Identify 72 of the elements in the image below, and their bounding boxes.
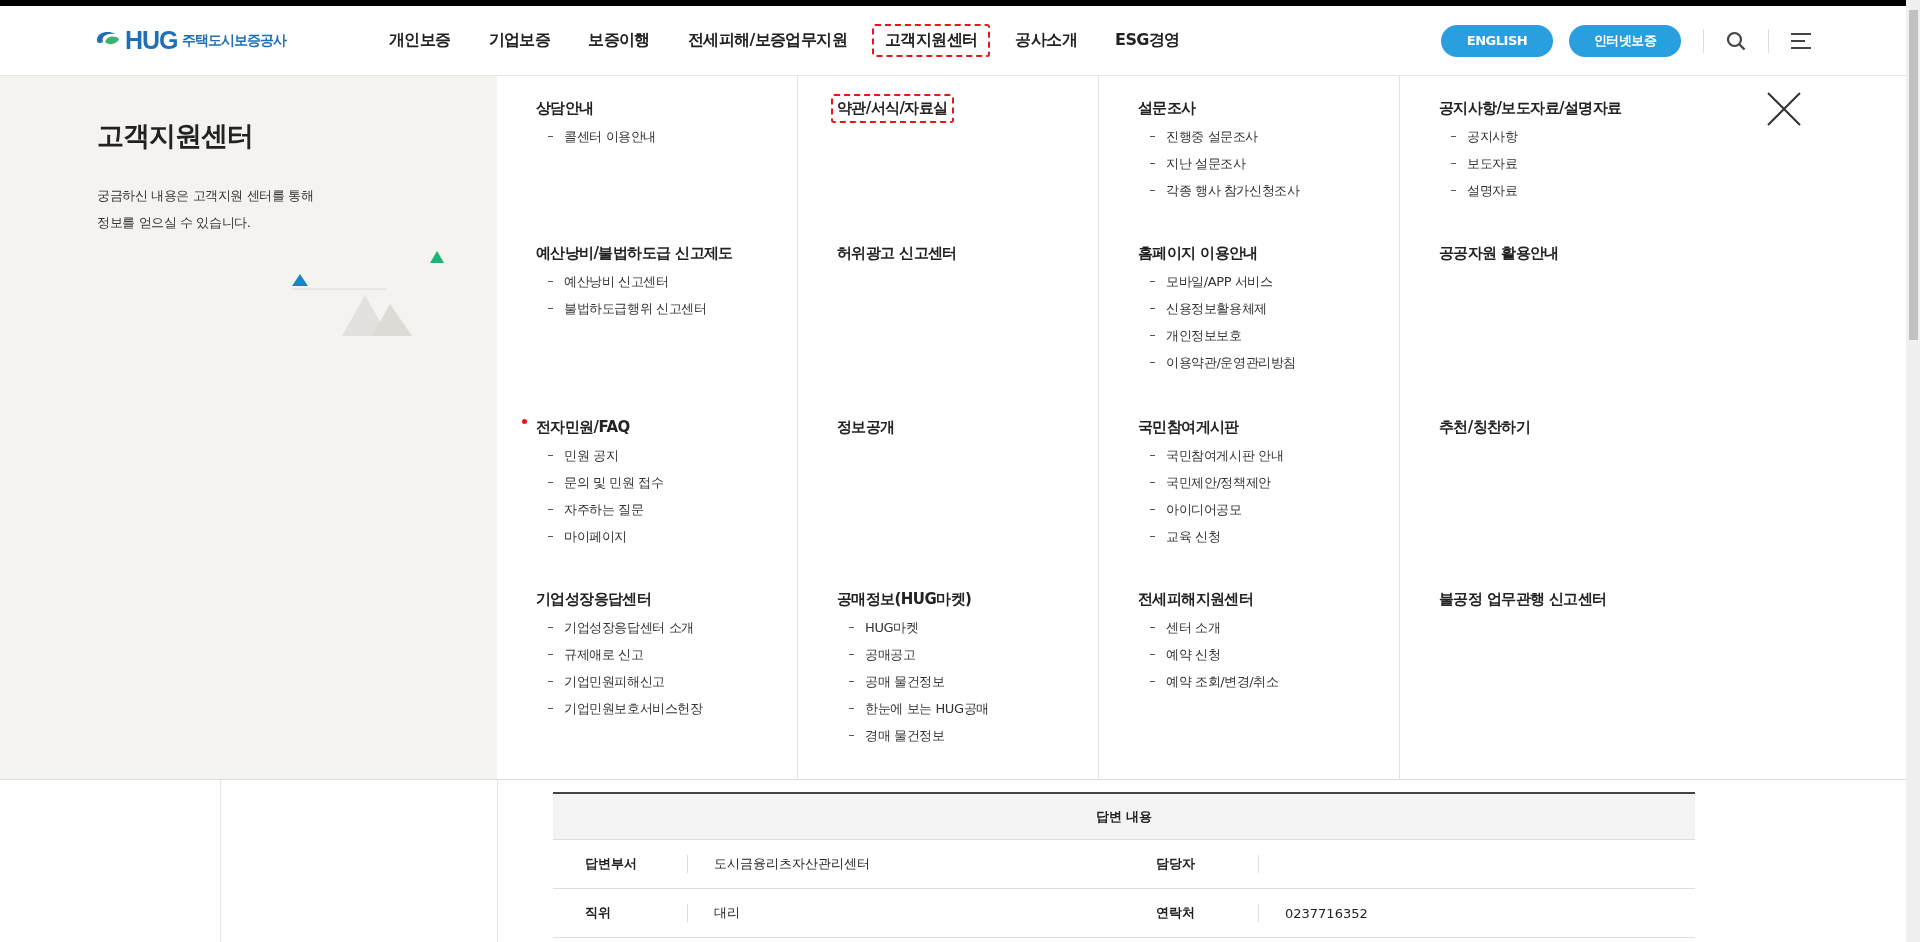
menu-heading[interactable]: 상담안내 bbox=[530, 94, 600, 123]
table-header: 답변 내용 bbox=[553, 794, 1695, 840]
nav-item[interactable]: 전세피해/보증업무지원 bbox=[674, 24, 861, 57]
field-label: 담당자 bbox=[1124, 855, 1259, 873]
nav-item[interactable]: 개인보증 bbox=[376, 24, 464, 57]
menu-link[interactable]: 개인정보보호 bbox=[1166, 322, 1242, 349]
panel-title: 고객지원센터 bbox=[97, 119, 254, 153]
field-value: 대리 bbox=[713, 904, 740, 922]
menu-icon[interactable] bbox=[1791, 31, 1811, 50]
menu-link[interactable]: 공지사항 bbox=[1467, 123, 1518, 150]
menu-heading[interactable]: 홈페이지 이용안내 bbox=[1132, 239, 1264, 268]
menu-link[interactable]: 예약 신청 bbox=[1166, 641, 1221, 668]
menu-link[interactable]: 공매 물건정보 bbox=[865, 668, 945, 695]
close-icon[interactable] bbox=[1767, 92, 1801, 126]
menu-link[interactable]: 규제애로 신고 bbox=[564, 641, 644, 668]
menu-link[interactable]: 국민참여게시판 안내 bbox=[1166, 442, 1284, 469]
menu-link[interactable]: 설명자료 bbox=[1467, 177, 1518, 204]
menu-heading[interactable]: 전자민원/FAQ bbox=[530, 413, 636, 442]
search-icon[interactable] bbox=[1726, 30, 1746, 51]
nav-item[interactable]: 기업보증 bbox=[475, 24, 564, 57]
menu-link[interactable]: 각종 행사 참가신청조사 bbox=[1166, 177, 1300, 204]
menu-link[interactable]: 모바일/APP 서비스 bbox=[1166, 268, 1273, 295]
menu-link[interactable]: 기업민원피해신고 bbox=[564, 668, 665, 695]
menu-link[interactable]: 민원 공지 bbox=[564, 442, 619, 469]
menu-link[interactable]: 교육 신청 bbox=[1166, 523, 1221, 550]
menu-link[interactable]: 진행중 설문조사 bbox=[1166, 123, 1258, 150]
menu-heading[interactable]: 불공정 업무관행 신고센터 bbox=[1433, 585, 1613, 614]
menu-link[interactable]: 예산낭비 신고센터 bbox=[564, 268, 669, 295]
menu-heading[interactable]: 정보공개 bbox=[831, 413, 901, 442]
menu-link[interactable]: 공매공고 bbox=[865, 641, 916, 668]
menu-link[interactable]: 아이디어공모 bbox=[1166, 496, 1242, 523]
menu-heading[interactable]: 공지사항/보도자료/설명자료 bbox=[1433, 94, 1628, 123]
menu-heading[interactable]: 허위광고 신고센터 bbox=[831, 239, 963, 268]
menu-heading[interactable]: 공매정보(HUG마켓) bbox=[831, 585, 978, 614]
menu-link[interactable]: 자주하는 질문 bbox=[564, 496, 644, 523]
menu-heading[interactable]: 공공자원 활용안내 bbox=[1433, 239, 1565, 268]
menu-link[interactable]: 기업성장응답센터 소개 bbox=[564, 614, 694, 641]
menu-link[interactable]: 신용정보활용체제 bbox=[1166, 295, 1267, 322]
menu-link[interactable]: HUG마켓 bbox=[865, 614, 919, 641]
field-value: 0237716352 bbox=[1284, 905, 1368, 921]
menu-heading[interactable]: 설문조사 bbox=[1132, 94, 1202, 123]
scrollbar[interactable] bbox=[1906, 0, 1920, 942]
menu-heading[interactable]: 전세피해지원센터 bbox=[1132, 585, 1260, 614]
menu-link[interactable]: 경매 물건정보 bbox=[865, 722, 945, 749]
nav-item[interactable]: 보증이행 bbox=[575, 24, 663, 57]
menu-link[interactable]: 지난 설문조사 bbox=[1166, 150, 1246, 177]
logo-name[interactable]: 주택도시보증공사 bbox=[181, 31, 286, 50]
menu-heading[interactable]: 추천/칭찬하기 bbox=[1433, 413, 1537, 442]
menu-heading[interactable]: 약관/서식/자료실 bbox=[831, 94, 954, 123]
nav-item[interactable]: 공사소개 bbox=[1002, 24, 1091, 57]
menu-link[interactable]: 불법하도급행위 신고센터 bbox=[564, 295, 707, 322]
menu-link[interactable]: 문의 및 민원 접수 bbox=[564, 469, 664, 496]
field-label: 답변부서 bbox=[553, 855, 688, 873]
field-value: 도시금융리츠자산관리센터 bbox=[713, 855, 870, 873]
nav-item[interactable]: 고객지원센터 bbox=[872, 24, 991, 57]
menu-link[interactable]: 마이페이지 bbox=[564, 523, 627, 550]
menu-link[interactable]: 예약 조회/변경/취소 bbox=[1166, 668, 1279, 695]
field-label: 직위 bbox=[553, 904, 688, 922]
field-label: 연락처 bbox=[1124, 904, 1259, 922]
menu-heading[interactable]: 국민참여게시판 bbox=[1132, 413, 1245, 442]
menu-link[interactable]: 기업민원보호서비스헌장 bbox=[564, 695, 703, 722]
nav-item[interactable]: ESG경영 bbox=[1102, 24, 1193, 57]
panel-description: 궁금하신 내용은 고객지원 센터를 통해 정보를 얻으실 수 있습니다. bbox=[97, 187, 315, 232]
menu-link[interactable]: 이용약관/운영관리방침 bbox=[1166, 349, 1296, 376]
menu-heading[interactable]: 예산낭비/불법하도급 신고제도 bbox=[530, 239, 739, 268]
menu-link[interactable]: 한눈에 보는 HUG공매 bbox=[865, 695, 989, 722]
logo-brand[interactable]: HUG bbox=[125, 26, 178, 55]
menu-heading[interactable]: 기업성장응답센터 bbox=[530, 585, 658, 614]
menu-link[interactable]: 콜센터 이용안내 bbox=[564, 123, 656, 150]
menu-link[interactable]: 센터 소개 bbox=[1166, 614, 1221, 641]
menu-link[interactable]: 국민제안/정책제안 bbox=[1166, 469, 1271, 496]
menu-link[interactable]: 보도자료 bbox=[1467, 150, 1518, 177]
